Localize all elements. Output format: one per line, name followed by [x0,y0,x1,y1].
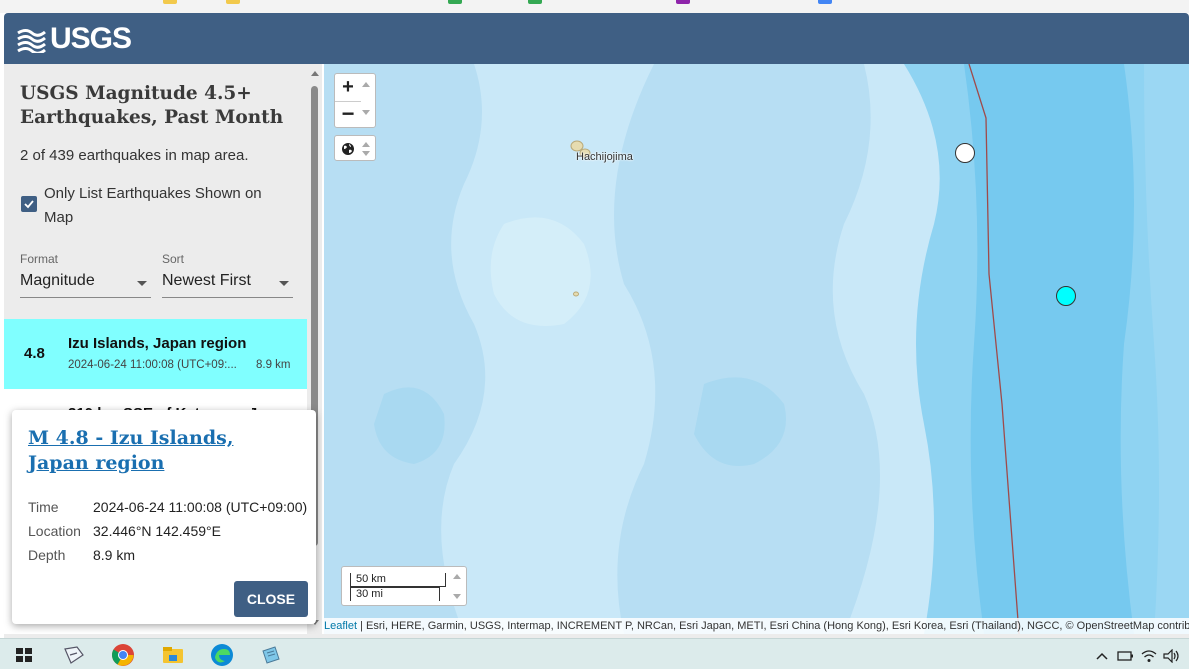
format-value: Magnitude [20,272,95,289]
scale-control: 50 km 30 mi [341,566,467,606]
spin-down-icon[interactable] [362,110,370,115]
site-header: USGS [4,13,1189,64]
earthquake-count: 2 of 439 earthquakes in map area. [20,147,249,164]
bookmark-icon[interactable] [448,0,462,4]
spin-up-icon[interactable] [453,574,461,579]
screen: USGS USGS Magnitude 4.5+ Earthquakes, Pa… [0,0,1189,669]
map-basemap [324,64,1189,634]
edge-icon[interactable] [210,643,234,667]
bookmark-icon[interactable] [528,0,542,4]
globe-control[interactable] [334,135,376,161]
only-list-label[interactable]: Only List Earthquakes Shown on Map [44,182,294,230]
bookmark-icon[interactable] [226,0,240,4]
earthquake-depth: 8.9 km [256,359,291,371]
earthquake-place: Izu Islands, Japan region [68,335,247,352]
scale-km: 50 km [350,573,446,587]
caret-down-icon [137,281,147,286]
logo-text: USGS [50,22,132,55]
attribution-text: | Esri, HERE, Garmin, USGS, Intermap, IN… [360,620,1189,632]
battery-icon[interactable] [1117,649,1135,663]
usgs-wave-icon [17,29,46,53]
sort-value: Newest First [162,272,251,289]
format-select[interactable]: Magnitude [20,270,151,298]
wifi-icon[interactable] [1141,649,1157,663]
sort-select[interactable]: Newest First [162,270,293,298]
zoom-control: + − [334,73,376,128]
bookmarks-bar [0,0,1189,13]
spin-down-icon[interactable] [453,594,461,599]
list-item[interactable]: 4.8 Izu Islands, Japan region 2024-06-24… [4,319,310,389]
app-icon[interactable] [62,643,86,667]
close-button[interactable]: CLOSE [234,581,308,617]
bookmark-icon[interactable] [163,0,177,4]
location-label: Location [28,523,81,539]
earthquake-marker[interactable] [955,143,975,163]
chrome-icon[interactable] [111,643,135,667]
format-label: Format [20,252,59,266]
windows-start-icon[interactable] [12,643,36,667]
zoom-in-button[interactable]: + [335,74,361,100]
usgs-logo[interactable]: USGS [16,22,132,55]
popup-title-link[interactable]: M 4.8 - Izu Islands, Japan region [28,426,268,476]
spin-up-icon[interactable] [362,82,370,87]
map-attribution: Leaflet | Esri, HERE, Garmin, USGS, Inte… [324,618,1189,634]
depth-label: Depth [28,547,66,563]
scale-mi: 30 mi [350,587,440,601]
spin-up-icon[interactable] [362,142,370,147]
earthquake-popup: M 4.8 - Izu Islands, Japan region Time 2… [12,410,316,624]
earthquake-time: 2024-06-24 11:00:08 (UTC+09:... [68,359,237,371]
volume-icon[interactable] [1163,649,1181,663]
leaflet-link[interactable]: Leaflet [324,620,357,632]
time-label: Time [28,499,59,515]
checkmark-icon [24,200,34,209]
notepad-icon[interactable] [259,643,283,667]
panel-title: USGS Magnitude 4.5+ Earthquakes, Past Mo… [20,83,284,128]
sort-label: Sort [162,252,185,266]
only-list-checkbox[interactable] [21,196,37,212]
time-value: 2024-06-24 11:00:08 (UTC+09:00) [93,499,308,515]
depth-value: 8.9 km [93,547,136,563]
map-place-label: Hachijojima [576,151,633,163]
map[interactable]: + − Hachijojima 50 km 30 mi Leaflet | Es… [324,64,1189,634]
spin-down-icon[interactable] [362,151,370,156]
location-value: 32.446°N 142.459°E [93,523,221,539]
file-explorer-icon[interactable] [161,643,185,667]
earthquake-marker-selected[interactable] [1056,286,1076,306]
earthquake-magnitude: 4.8 [24,345,45,362]
scroll-up-icon[interactable] [311,71,319,76]
bookmark-icon[interactable] [676,0,690,4]
caret-down-icon [279,281,289,286]
bookmark-icon[interactable] [818,0,832,4]
globe-icon [342,143,354,155]
zoom-out-button[interactable]: − [335,101,361,127]
chevron-up-icon[interactable] [1095,649,1109,663]
windows-taskbar [0,638,1189,669]
